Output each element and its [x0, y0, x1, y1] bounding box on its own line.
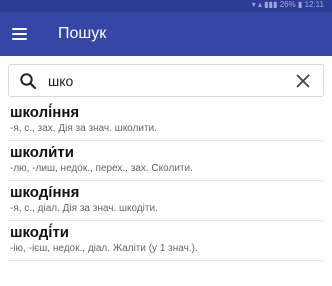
list-item[interactable]: шкодíння -я, с., діал. Дія за знач. шкод…	[8, 181, 324, 221]
entry-definition: -ію, -ієш, недок., діал. Жаліти (у 1 зна…	[10, 243, 198, 254]
list-item[interactable]: школі́ння -я, с., зах. Дія за знач. школ…	[8, 101, 324, 141]
entry-word: школи́ти	[10, 144, 74, 161]
app-bar: Пошук	[0, 12, 332, 56]
entry-definition: -лю, -лиш, недок., перех., зах. Сколити.	[10, 163, 193, 174]
entry-definition: -я, с., зах. Дія за знач. школити.	[10, 123, 157, 134]
status-bar: ▾ ▴ ▮▮▮ 26% ▮ 12:11	[0, 0, 332, 12]
close-icon[interactable]	[289, 67, 317, 95]
results-list: школі́ння -я, с., зах. Дія за знач. школ…	[8, 101, 324, 261]
list-item[interactable]: шкоді́ти -ію, -ієш, недок., діал. Жаліти…	[8, 221, 324, 261]
search-icon	[18, 71, 38, 91]
app-root: ▾ ▴ ▮▮▮ 26% ▮ 12:11 Пошук школі́ння -я, …	[0, 0, 332, 286]
entry-word: шкодíння	[10, 184, 80, 201]
entry-word: школі́ння	[10, 104, 80, 121]
status-bar-text: ▾ ▴ ▮▮▮ 26% ▮ 12:11	[251, 0, 324, 9]
entry-word: шкоді́ти	[10, 224, 70, 241]
list-item[interactable]: школи́ти -лю, -лиш, недок., перех., зах.…	[8, 141, 324, 181]
entry-definition: -я, с., діал. Дія за знач. шкодіти.	[10, 203, 158, 214]
search-input[interactable]	[38, 72, 289, 89]
page-title: Пошук	[58, 25, 107, 42]
search-bar	[8, 64, 324, 97]
hamburger-menu-icon[interactable]	[12, 22, 36, 46]
